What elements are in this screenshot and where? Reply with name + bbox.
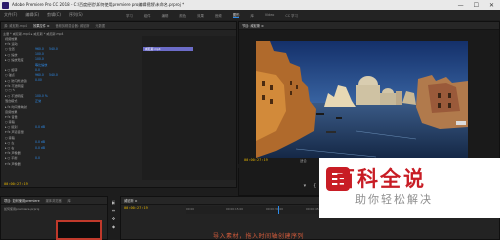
maximize-button[interactable]: ☐ xyxy=(474,2,479,9)
timeline-timecode[interactable]: 00:00:27:19 xyxy=(124,206,148,210)
effect-controls-timecode[interactable]: 00:00:27:19 xyxy=(4,182,28,186)
project-file-name: 如何使用premiere.prproj xyxy=(4,207,40,211)
effect-row-value[interactable]: 100.0 % xyxy=(35,94,49,98)
minimize-button[interactable]: — xyxy=(458,2,464,9)
project-clip-thumbnail[interactable] xyxy=(56,220,102,240)
effect-row-value[interactable]: 100.0 xyxy=(35,57,49,61)
ripple-edit-tool-icon[interactable]: ✥ xyxy=(112,216,115,221)
effect-row-value[interactable]: 0.0 dB xyxy=(35,140,49,144)
tab-sequence[interactable]: 威尼斯 ≡ xyxy=(124,198,137,203)
ruler-mark-label: 00:00 xyxy=(186,207,195,211)
effect-row-label: ▾ fx 声像器 xyxy=(5,161,21,166)
program-timecode[interactable]: 00:00:27:19 xyxy=(244,158,268,162)
effect-row-label: ▾ fx 不透明度 xyxy=(5,83,24,88)
close-button[interactable]: ✕ xyxy=(489,2,494,9)
add-marker-button[interactable]: ▾ xyxy=(304,183,307,189)
track-select-tool-icon[interactable]: ⇹ xyxy=(112,208,115,213)
effect-controls-mini-timeline xyxy=(142,36,236,180)
watermark-subtitle: 助你轻松解决 xyxy=(355,193,433,206)
effect-controls-header-text: 主要 * 威尼斯.mp4 ▸ 威尼斯 * 威尼斯.mp4 xyxy=(3,31,64,36)
workspace-editing[interactable]: 编辑 xyxy=(162,13,169,18)
workspace-video[interactable]: Video xyxy=(265,13,275,17)
project-tabs: 项目: 如何使用premiere 媒体浏览器 库 xyxy=(1,197,107,205)
tab-audio-mixer[interactable]: 音频剪辑混合器: 威尼斯 xyxy=(55,23,89,28)
tab-libraries[interactable]: 库 xyxy=(68,198,71,203)
workspace-learn[interactable]: 学习 xyxy=(126,13,133,18)
selection-tool-icon[interactable]: ▶ xyxy=(111,200,116,205)
window-controls: — ☐ ✕ xyxy=(458,2,500,9)
workspace-graphics[interactable]: 图形 xyxy=(232,12,240,18)
effect-row-value[interactable]: 0.00 xyxy=(35,78,49,82)
effect-row-value[interactable]: 960.0 xyxy=(35,47,49,51)
title-bar: Adobe Premiere Pro CC 2018 - C:\百度经验\如何使… xyxy=(0,0,500,10)
tab-program[interactable]: 节目: 威尼斯 ≡ xyxy=(242,23,264,28)
tab-effect-controls[interactable]: 效果控件 ≡ xyxy=(33,23,49,28)
effect-row-value[interactable]: 0.0 xyxy=(35,156,49,160)
program-video-frame[interactable] xyxy=(256,41,468,158)
workspace-libraries[interactable]: 库 xyxy=(250,13,253,18)
workspace-effects[interactable]: 效果 xyxy=(197,13,204,18)
effect-row-value-secondary[interactable]: 540.0 xyxy=(49,47,63,51)
workspace-tabs: 学习 组件 编辑 颜色 效果 音频 图形 库 Video CC 学习 xyxy=(126,10,298,20)
premiere-app-icon xyxy=(2,1,9,9)
effect-row-value[interactable]: 100.0 xyxy=(35,52,49,56)
effect-row-value[interactable]: 正常 xyxy=(35,98,49,103)
razor-tool-icon[interactable]: ◆ xyxy=(112,224,115,229)
effect-row-value[interactable]: 0.0 xyxy=(35,68,49,72)
tools-panel: ▶ ⇹ ✥ ◆ xyxy=(110,200,117,240)
workspace-cc-learn[interactable]: CC 学习 xyxy=(285,13,298,18)
effect-controls-tabs: 源: 威尼斯.mp4 效果控件 ≡ 音频剪辑混合器: 威尼斯 元数据 xyxy=(1,22,236,30)
effect-row-label: ▸ ○ 缩放宽度 xyxy=(5,57,24,62)
program-monitor-tabs: 节目: 威尼斯 ≡ xyxy=(239,22,499,30)
timeline-playhead[interactable] xyxy=(278,206,279,214)
menu-clip[interactable]: 剪辑(C) xyxy=(47,12,61,18)
workspace-color[interactable]: 颜色 xyxy=(179,13,186,18)
venice-scene-image xyxy=(256,41,468,158)
tab-metadata[interactable]: 元数据 xyxy=(95,23,105,28)
effect-row-value[interactable]: 0.0 dB xyxy=(35,146,49,150)
effect-row-value[interactable]: 0.0 dB xyxy=(35,125,49,129)
effect-row-value[interactable]: 960.0 xyxy=(35,73,49,77)
effect-row-value-secondary[interactable]: 540.0 xyxy=(49,73,63,77)
ruler-mark-label: 00:00:30:00 xyxy=(266,207,284,211)
tab-source[interactable]: 源: 威尼斯.mp4 xyxy=(4,23,27,28)
watermark-title: 百科全说 xyxy=(334,167,426,191)
mark-in-button[interactable]: { xyxy=(313,183,316,189)
ruler-mark-label: 00:00:15:00 xyxy=(226,207,244,211)
window-title: Adobe Premiere Pro CC 2018 - C:\百度经验\如何使… xyxy=(12,2,185,7)
tab-media-browser[interactable]: 媒体浏览器 xyxy=(46,198,62,203)
menu-file[interactable]: 文件(F) xyxy=(4,12,17,18)
workspace-assembly[interactable]: 组件 xyxy=(144,13,151,18)
program-fit-select[interactable]: 适合 xyxy=(300,158,307,163)
timeline-caption: 导入素材，拖入时间轴创建序列 xyxy=(213,233,305,240)
effect-controls-clip[interactable]: 威尼斯.mp4 xyxy=(143,47,193,51)
effect-row-label: ○ □ ✎ xyxy=(5,88,16,93)
effect-row-value[interactable]: 等比缩放 xyxy=(35,62,49,67)
menu-sequence[interactable]: 序列(S) xyxy=(69,12,83,18)
tab-project[interactable]: 项目: 如何使用premiere xyxy=(4,198,40,203)
menu-edit[interactable]: 编辑(E) xyxy=(25,12,39,18)
workspace-audio[interactable]: 音频 xyxy=(215,13,222,18)
